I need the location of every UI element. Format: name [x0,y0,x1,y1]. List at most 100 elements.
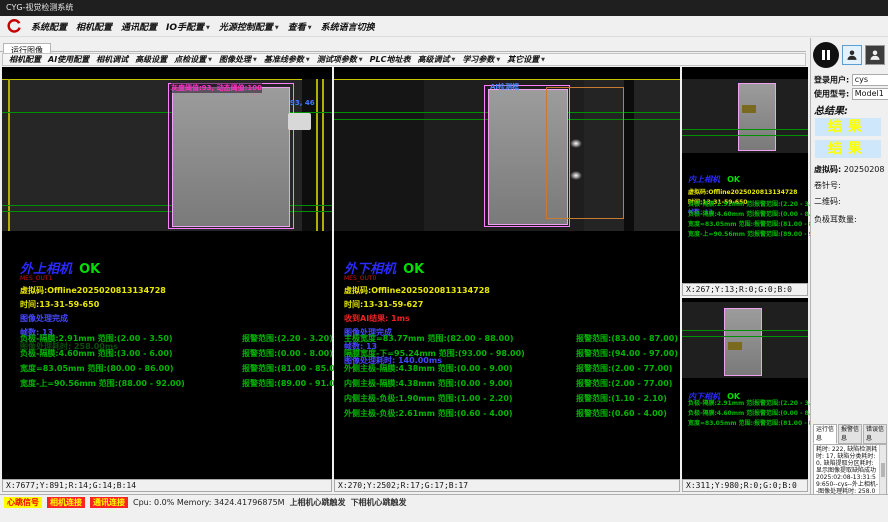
admin-mode-button[interactable] [865,45,885,65]
toolbar-plc-table[interactable]: PLC地址表 [370,54,411,65]
camera-result-ok: OK [403,262,424,277]
log-tabs: 运行信息 报警信息 错误信息 [813,424,887,444]
virtual-code-value: 20250208 [844,165,885,174]
log-tab-alarm[interactable]: 报警信息 [838,424,862,444]
log-box: 运行信息 报警信息 错误信息 耗时: 222, 缺陷检测耗时: 17, 缺陷分类… [813,424,887,492]
toolbar-learning-params[interactable]: 学习参数▼ [462,54,500,65]
overlay-yellow-line [334,79,680,80]
camera-result-ok: OK [79,262,100,277]
control-panel: 登录用户: cys 使用型号: Model1 总结果: 结果 结果 虚拟码: 2… [810,38,888,494]
lower-camera-heartbeat-link[interactable]: 下相机心跳触发 [351,497,407,508]
toolbar-baseline-params[interactable]: 基准线参数▼ [264,54,310,65]
menu-item-system-config[interactable]: 系统配置 [31,20,67,33]
measurement-row: 外侧主极-隔膜:4.38mm 范围:(0.00 - 9.00)报警范围:(2.0… [344,363,678,378]
measurement-rows: 负极-隔膜:2.91mm 范围:(2.00 - 3.50)报警范围:(2.20 … [20,333,344,393]
overlay-yellow-line [316,79,318,231]
pixel-readout: X:270;Y:2502;R:17;G:17;B:17 [334,479,680,492]
overlay-green-line [682,330,808,331]
control-buttons [813,42,888,68]
pixel-readout: X:267;Y:13;R:0;G:0;B:0 [682,283,808,296]
toolbar-camera-config[interactable]: 相机配置 [9,54,41,65]
menu-item-light-config[interactable]: 光源控制配置▼ [219,20,279,33]
model-label: 使用型号: [814,90,849,99]
overlay-pink-box [168,83,294,229]
model-field: 使用型号: Model1 [814,88,888,100]
menu-item-camera-config[interactable]: 相机配置 [76,20,112,33]
status-bar: 心跳信号 相机连接 通讯连接 Cpu: 0.0% Memory: 3424.41… [0,494,888,509]
result-badge-top: 结果 [815,118,881,136]
qrcode-label: 二维码: [814,196,841,207]
toolbar-advanced-settings[interactable]: 高级设置 [135,54,167,65]
camera-view-outer-top[interactable]: 灰度阈值:93, 动态阈值:100 93, 46 外上相机 OK MES_OUT… [2,67,332,492]
toolbar-image-processing[interactable]: 图像处理▼ [219,54,257,65]
camera-connection-badge: 相机连接 [47,497,85,508]
pixel-readout: X:311;Y:980;R:0;G:0;B:0 [682,479,808,492]
image-dark-band [334,79,424,231]
needle-label: 卷针号: [814,180,841,191]
time-line: 时间:13-31-59-627 [344,299,490,310]
overlay-green-line [682,135,808,136]
result-badge-bottom: 结果 [815,140,881,158]
comm-connection-badge: 通讯连接 [90,497,128,508]
virtual-code-line: 虚拟码:Offline2025020813134728 [20,285,166,296]
window-title: CYG-视觉检测系统 [6,3,73,12]
reflection-flare [570,139,582,148]
login-user-value[interactable]: cys [852,74,888,86]
upper-camera-heartbeat-link[interactable]: 上相机心跳触发 [290,497,346,508]
user-icon [869,49,881,61]
measurement-row: 负极-隔膜:4.60mm 范围:(3.00 - 6.00)报警范围:(0.00 … [20,348,344,363]
chevron-down-icon: ▼ [275,25,279,31]
camera-result-ok: OK [727,175,740,184]
log-tab-error[interactable]: 错误信息 [863,424,887,444]
camera-image: 灰度阈值:93, 动态阈值:100 93, 46 [2,79,332,231]
toolbar-camera-debug[interactable]: 相机调试 [96,54,128,65]
menu-item-io-config[interactable]: IO手配置▼ [166,20,210,33]
chevron-down-icon: ▼ [359,57,363,63]
heartbeat-badge: 心跳信号 [4,497,42,508]
cpu-memory-readout: Cpu: 0.0% Memory: 3424.41796875M [133,498,285,507]
toolbar: 相机配置 AI使用配置 相机调试 高级设置 点检设置▼ 图像处理▼ 基准线参数▼… [2,53,806,66]
reflection-flare [570,171,582,180]
pause-button[interactable] [813,42,839,68]
time-line: 时间:13-31-59-650 [20,299,166,310]
chevron-down-icon: ▼ [208,57,212,63]
chevron-down-icon: ▼ [206,25,210,31]
measurement-row: 主极宽度=83.77mm 范围:(82.00 - 88.00)报警范围:(83.… [344,333,678,348]
toolbar-spotcheck[interactable]: 点检设置▼ [174,54,212,65]
log-tab-run[interactable]: 运行信息 [813,424,837,444]
overlay-green-line [682,336,808,337]
ai-box-label: AI检测框 [490,82,519,92]
toolbar-other-settings[interactable]: 其它设置▼ [507,54,545,65]
model-value[interactable]: Model1 [852,88,888,100]
toolbar-advanced-debug[interactable]: 高级调试▼ [417,54,455,65]
menu-item-language[interactable]: 系统语言切换 [321,20,375,33]
login-user-label: 登录用户: [814,76,849,85]
chevron-down-icon: ▼ [451,57,455,63]
camera-view-outer-bottom[interactable]: AI检测框 外下相机 OK MES_OUT0 虚拟码:Offline202502… [334,67,680,492]
menu-item-comm-config[interactable]: 通讯配置 [121,20,157,33]
measurement-row: 隔膜宽度-下=95.24mm 范围:(93.00 - 98.00)报警范围:(9… [344,348,678,363]
measurement-row: 宽度-上=90.56mm 范围:(88.00 - 92.00)报警范围:(89.… [20,378,344,393]
measurement-row: 负极-隔膜:2.91mm 范围:(2.00 - 3.50)报警范围:(2.20 … [20,333,344,348]
detected-cell-region [738,83,776,151]
camera-view-inner-top[interactable]: 内上相机 OK 虚拟码:Offline2025020813134728 时间:1… [682,67,808,296]
chevron-down-icon: ▼ [496,57,500,63]
camera-image: AI检测框 [334,79,680,231]
measurement-row: 宽度=83.05mm 范围:(80.00 - 86.00)报警范围:(81.00… [20,363,344,378]
overlay-marker [742,105,756,113]
window-titlebar: CYG-视觉检测系统 [0,0,888,16]
chevron-down-icon: ▼ [308,25,312,31]
menu-item-view[interactable]: 查看▼ [288,20,312,33]
measurement-row: 外侧主极-负极:2.61mm 范围:(0.60 - 4.00)报警范围:(0.6… [344,408,678,423]
toolbar-test-params[interactable]: 测试项参数▼ [317,54,363,65]
total-result-label: 总结果: [814,102,848,117]
camera-view-inner-bottom[interactable]: 内下相机 OK 负极-隔膜:2.91mm 范围:(2.00 - 3.50)报警范… [682,298,808,492]
toolbar-ai-config[interactable]: AI使用配置 [48,54,89,65]
user-mode-button[interactable] [842,45,862,65]
connector-blob [288,113,311,130]
tab-count-label: 负极耳数量: [814,214,857,225]
chevron-down-icon: ▼ [253,57,257,63]
chevron-down-icon: ▼ [541,57,545,63]
virtual-code-line: 虚拟码:Offline2025020813134728 [688,187,797,196]
virtual-code-field: 虚拟码: 20250208 [814,164,884,175]
